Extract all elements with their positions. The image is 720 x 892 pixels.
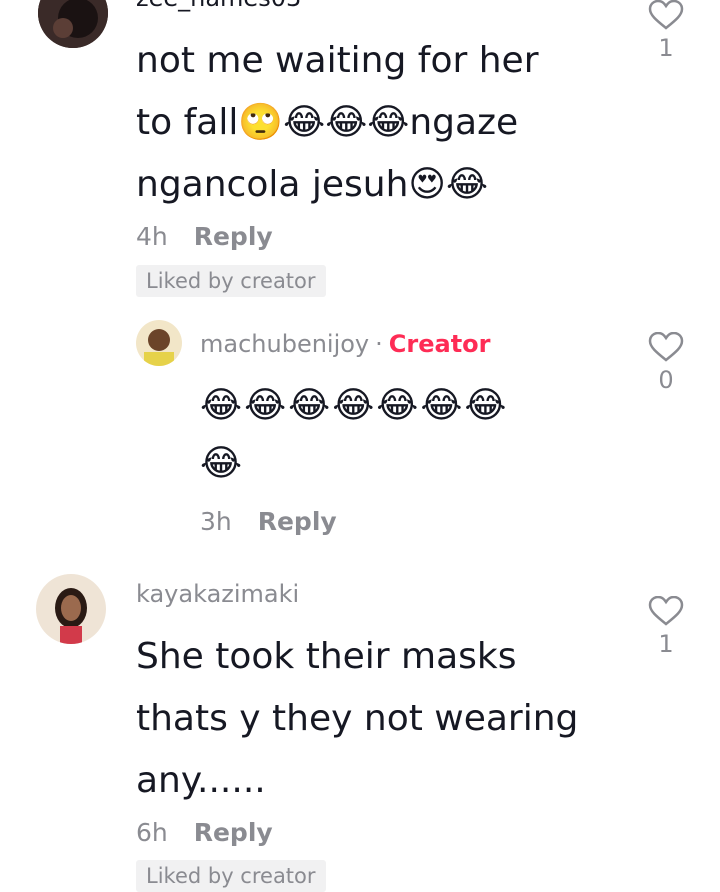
- comment-text-line: not me waiting for her: [136, 40, 539, 81]
- comment-meta: 3h Reply: [200, 507, 337, 536]
- comment-text-line: ngancola jesuh😍😂: [136, 164, 489, 205]
- like-count: 0: [658, 366, 674, 394]
- like-count: 1: [658, 630, 674, 658]
- heart-icon: [648, 0, 684, 30]
- avatar-image: [38, 0, 108, 48]
- comment-text-line: to fall🙄😂😂😂ngaze: [136, 102, 519, 143]
- comment-text-line: She took their masks: [136, 636, 517, 677]
- like-count: 1: [658, 34, 674, 62]
- like-button[interactable]: 1: [646, 596, 686, 658]
- comment-username[interactable]: zee_names03: [136, 0, 301, 12]
- separator-dot: ·: [375, 330, 383, 358]
- comment-text-line: thats y they not wearing: [136, 698, 579, 739]
- comment-meta: 6h Reply: [136, 818, 273, 847]
- reply-button[interactable]: Reply: [194, 818, 273, 847]
- comment-3: kayakazimaki She took their masks thats …: [0, 570, 720, 892]
- creator-label: Creator: [388, 330, 491, 358]
- comment-1: zee_names03 not me waiting for her to fa…: [0, 0, 720, 300]
- avatar-image: [36, 574, 106, 644]
- liked-by-creator-badge: Liked by creator: [136, 265, 326, 297]
- comment-username[interactable]: kayakazimaki: [136, 580, 299, 608]
- liked-by-creator-badge: Liked by creator: [136, 860, 326, 892]
- reply-button[interactable]: Reply: [194, 222, 273, 251]
- comment-text-line: any......: [136, 760, 266, 801]
- comment-text-line: 😂: [200, 443, 245, 484]
- heart-icon: [648, 596, 684, 626]
- comment-2: machubenijoy · Creator 😂😂😂😂😂😂😂 😂 3h Reply …: [0, 310, 720, 550]
- heart-icon: [648, 332, 684, 362]
- comment-text-line: 😂😂😂😂😂😂😂: [200, 385, 509, 426]
- reply-button[interactable]: Reply: [258, 507, 337, 536]
- like-button[interactable]: 0: [646, 332, 686, 394]
- comment-time: 3h: [200, 507, 232, 536]
- comment-meta: 4h Reply: [136, 222, 273, 251]
- avatar[interactable]: [38, 0, 108, 48]
- avatar[interactable]: [36, 574, 106, 644]
- comment-username[interactable]: machubenijoy: [200, 330, 369, 358]
- comment-time: 6h: [136, 818, 168, 847]
- like-button[interactable]: 1: [646, 0, 686, 62]
- reply-header: machubenijoy · Creator: [200, 330, 491, 358]
- avatar[interactable]: [136, 320, 182, 366]
- comment-time: 4h: [136, 222, 168, 251]
- avatar-image: [136, 320, 182, 366]
